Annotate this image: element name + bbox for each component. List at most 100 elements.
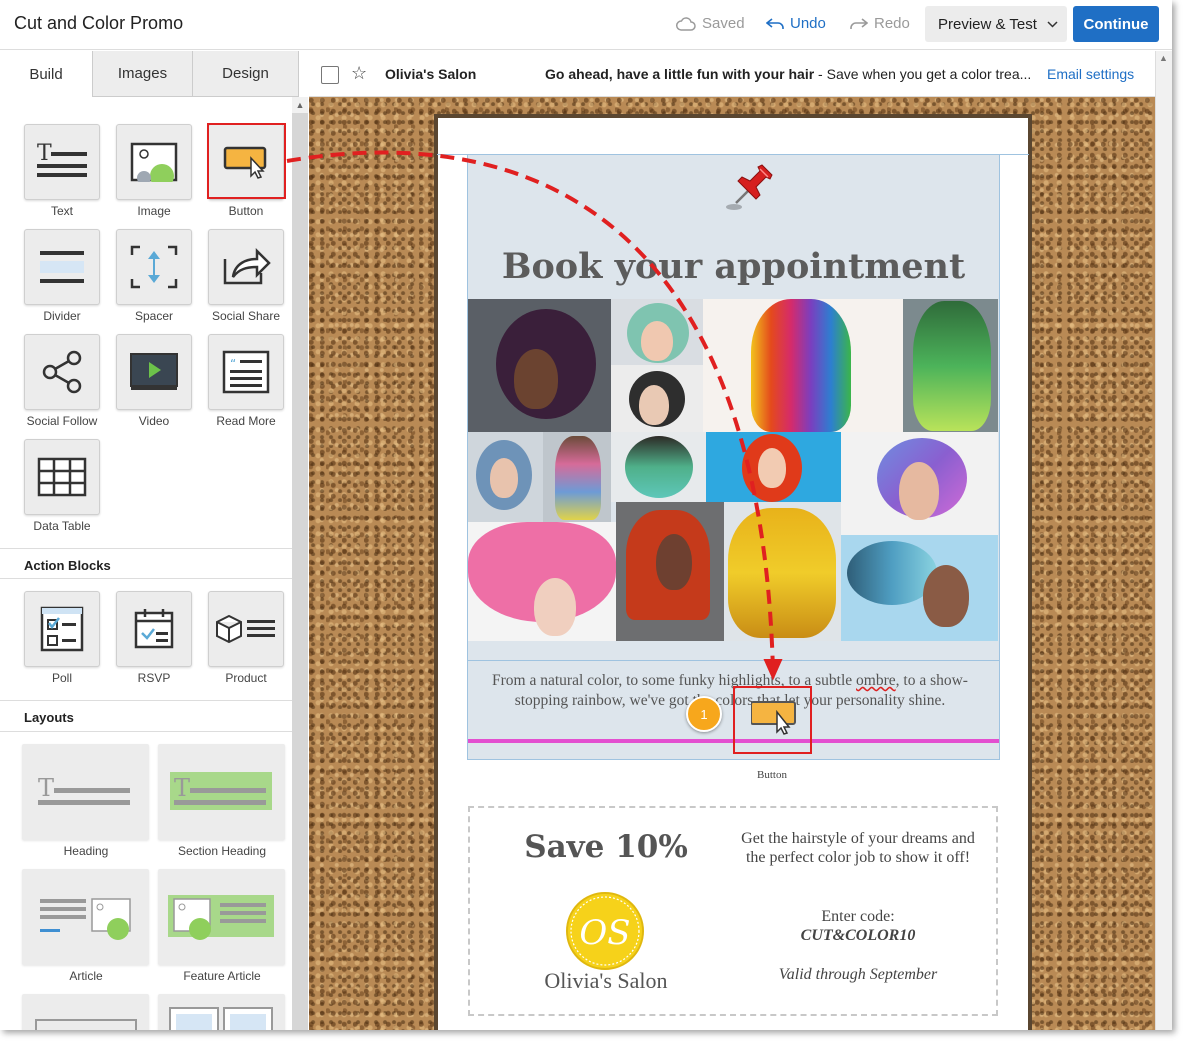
panel-scrollbar[interactable]: ▲ — [292, 97, 308, 1030]
section-divider — [0, 578, 292, 579]
scroll-up-icon[interactable]: ▲ — [1159, 53, 1168, 63]
coupon-heading[interactable]: Save 10% — [508, 829, 704, 865]
hero-paragraph[interactable]: From a natural color, to some funky high… — [470, 671, 990, 711]
poll-icon — [40, 606, 84, 652]
salon-logo-icon: OS — [566, 892, 644, 970]
layout-section-heading[interactable]: T — [158, 744, 285, 840]
undo-button[interactable]: Undo — [766, 15, 826, 32]
preview-label: Preview & Test — [938, 15, 1037, 33]
coupon-valid: Valid through September — [778, 966, 938, 983]
layout-two-column[interactable] — [22, 994, 149, 1030]
tab-build[interactable]: Build — [0, 51, 92, 97]
section-divider — [0, 700, 292, 701]
pushpin-icon — [726, 164, 773, 210]
email-header-row: ☆ Olivia's Salon Go ahead, have a little… — [309, 51, 1155, 97]
coupon-code-label: Enter code: — [821, 908, 895, 925]
layout-article-label: Article — [69, 969, 103, 983]
block-read-more[interactable]: “ — [208, 334, 284, 410]
block-data-table[interactable] — [24, 439, 100, 515]
step-badge: 1 — [686, 696, 722, 732]
photo-tile — [616, 502, 724, 641]
subject-rest: - Save when you get a color trea... — [814, 66, 1032, 82]
feature-article-layout-icon — [168, 895, 274, 940]
block-social-share[interactable] — [208, 229, 284, 305]
hair-photo-collage[interactable] — [468, 299, 998, 641]
block-social-follow[interactable] — [24, 334, 100, 410]
coupon-body[interactable]: Get the hairstyle of your dreams and the… — [733, 829, 983, 867]
layout-article[interactable] — [22, 869, 149, 965]
photo-tile — [841, 535, 998, 641]
image-icon — [130, 142, 178, 182]
logo-monogram: OS — [579, 913, 630, 953]
layout-feature-article-label: Feature Article — [183, 969, 261, 983]
top-bar: Cut and Color Promo Saved Undo Redo Prev… — [0, 0, 1172, 50]
subject-bold: Go ahead, have a little fun with your ha… — [545, 66, 815, 82]
canvas-scrollbar[interactable]: ▲ — [1155, 51, 1172, 1030]
photo-tile — [611, 299, 703, 365]
block-spacer-label: Spacer — [134, 309, 174, 323]
star-icon[interactable]: ☆ — [351, 63, 367, 84]
section-divider — [0, 731, 292, 732]
block-product-label: Product — [225, 671, 267, 685]
photo-tile — [611, 365, 703, 432]
block-divider-label: Divider — [43, 309, 81, 323]
block-spacer[interactable] — [116, 229, 192, 305]
undo-icon — [766, 17, 784, 29]
saved-status: Saved — [676, 15, 745, 32]
product-icon — [216, 614, 275, 644]
text-icon: T — [37, 141, 87, 177]
block-button-label: Button — [228, 204, 264, 218]
action-blocks-heading: Action Blocks — [24, 558, 111, 573]
block-video[interactable] — [116, 334, 192, 410]
photo-tile — [724, 502, 841, 641]
block-data-table-label: Data Table — [33, 519, 91, 533]
campaign-title[interactable]: Cut and Color Promo — [14, 13, 183, 34]
redo-button[interactable]: Redo — [850, 15, 910, 32]
layout-feature-article[interactable] — [158, 869, 285, 965]
dragged-button-icon — [751, 701, 796, 735]
social-share-icon — [223, 247, 271, 285]
subject-line[interactable]: Go ahead, have a little fun with your ha… — [545, 66, 1037, 82]
photo-tile — [703, 299, 903, 432]
block-text[interactable]: T — [24, 124, 100, 200]
block-product[interactable] — [208, 591, 284, 667]
block-rsvp[interactable] — [116, 591, 192, 667]
article-layout-icon — [40, 898, 131, 940]
photo-tile — [611, 432, 706, 502]
tab-images[interactable]: Images — [92, 51, 192, 97]
hero-text-divider — [468, 660, 999, 661]
heading-layout-icon: T — [38, 774, 130, 805]
tab-design[interactable]: Design — [192, 51, 299, 97]
button-block-highlight — [207, 123, 286, 199]
layout-section-heading-label: Section Heading — [177, 844, 267, 858]
layout-heading[interactable]: T — [22, 744, 149, 840]
block-social-share-label: Social Share — [211, 309, 281, 323]
select-checkbox[interactable] — [321, 66, 339, 84]
layout-two-images[interactable] — [158, 994, 285, 1030]
email-settings-link[interactable]: Email settings — [1047, 66, 1134, 82]
coupon-code: CUT&COLOR10 — [800, 927, 916, 944]
hero-title[interactable]: Book your appointment — [468, 246, 999, 287]
photo-tile — [903, 299, 998, 432]
block-rsvp-label: RSVP — [137, 671, 171, 685]
read-more-icon: “ — [222, 350, 270, 394]
preview-test-button[interactable]: Preview & Test — [925, 6, 1067, 42]
svg-text:T: T — [174, 774, 190, 802]
block-poll-label: Poll — [51, 671, 72, 685]
photo-tile — [841, 432, 998, 535]
svg-text:T: T — [38, 774, 54, 802]
block-image[interactable] — [116, 124, 192, 200]
block-read-more-label: Read More — [216, 414, 276, 428]
app-window: Cut and Color Promo Saved Undo Redo Prev… — [0, 0, 1172, 1030]
coupon-salon-name: Olivia's Salon — [544, 968, 668, 993]
photo-tile — [543, 432, 611, 522]
continue-button[interactable]: Continue — [1073, 6, 1159, 42]
block-image-label: Image — [137, 204, 171, 218]
social-follow-icon — [42, 350, 82, 394]
scroll-up-icon[interactable]: ▲ — [292, 97, 308, 113]
block-poll[interactable] — [24, 591, 100, 667]
block-text-label: Text — [50, 204, 73, 218]
block-divider[interactable] — [24, 229, 100, 305]
panel-tabs: Build Images Design — [0, 51, 308, 97]
photo-tile — [468, 522, 616, 641]
